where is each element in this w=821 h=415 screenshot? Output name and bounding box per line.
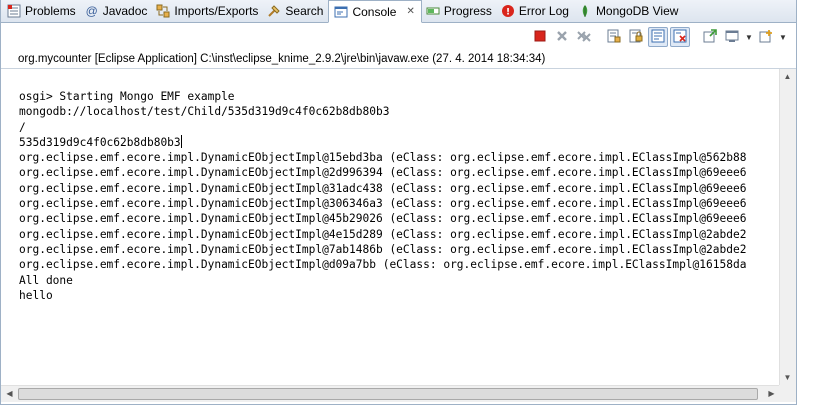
- scroll-right-arrow-icon[interactable]: ▶: [764, 386, 779, 401]
- progress-icon: [426, 4, 440, 18]
- console-line: org.eclipse.emf.ecore.impl.DynamicEObjec…: [19, 151, 747, 165]
- clear-console-button[interactable]: [604, 27, 624, 47]
- terminate-icon: [534, 30, 546, 45]
- scroll-left-arrow-icon[interactable]: ◀: [2, 386, 17, 401]
- tab-javadoc[interactable]: @ Javadoc: [81, 0, 153, 22]
- word-wrap-icon: [651, 29, 665, 46]
- terminate-button[interactable]: [530, 27, 550, 47]
- tab-progress[interactable]: Progress: [422, 0, 497, 22]
- process-description: org.mycounter [Eclipse Application] C:\i…: [1, 51, 796, 69]
- open-console-button[interactable]: [756, 27, 776, 47]
- scroll-down-arrow-icon[interactable]: ▼: [780, 370, 795, 385]
- tab-search[interactable]: Search: [263, 0, 328, 22]
- console-line: osgi> Starting Mongo EMF example: [19, 90, 235, 103]
- search-icon: [267, 4, 281, 18]
- console-line: org.eclipse.emf.ecore.impl.DynamicEObjec…: [19, 227, 747, 241]
- open-console-icon: [759, 29, 773, 46]
- text-caret: [180, 134, 182, 148]
- tab-console[interactable]: Console ✕: [328, 0, 422, 23]
- remove-all-terminated-button[interactable]: [574, 27, 594, 47]
- mongodb-leaf-icon: [578, 4, 592, 18]
- close-icon[interactable]: ✕: [406, 6, 414, 17]
- view-tab-bar: Problems @ Javadoc Imports/Exports Searc…: [1, 0, 796, 23]
- tab-label: Javadoc: [102, 4, 148, 18]
- chevron-down-icon[interactable]: ▼: [744, 27, 754, 47]
- tab-label: Progress: [443, 4, 492, 18]
- pin-console-button[interactable]: [700, 27, 720, 47]
- console-line: org.eclipse.emf.ecore.impl.DynamicEObjec…: [19, 242, 747, 256]
- chevron-down-icon[interactable]: ▼: [778, 27, 788, 47]
- pin-console-icon: [703, 28, 717, 46]
- console-view: Problems @ Javadoc Imports/Exports Searc…: [0, 0, 797, 405]
- console-line: All done: [19, 273, 73, 287]
- tab-imports-exports[interactable]: Imports/Exports: [152, 0, 263, 22]
- tab-problems[interactable]: Problems: [3, 0, 81, 22]
- scroll-up-arrow-icon[interactable]: ▲: [780, 69, 795, 84]
- console-line: hello: [19, 288, 53, 302]
- console-output[interactable]: osgi> Starting Mongo EMF example mongodb:…: [1, 69, 780, 385]
- problems-icon: [7, 4, 21, 18]
- error-log-icon: !: [501, 4, 515, 18]
- remove-launch-icon: [555, 29, 569, 46]
- show-console-on-error-button[interactable]: [670, 27, 690, 47]
- vertical-scrollbar[interactable]: ▲ ▼: [779, 69, 796, 385]
- horizontal-scroll-thumb[interactable]: [18, 388, 758, 400]
- remove-launch-button[interactable]: [552, 27, 572, 47]
- tab-label: MongoDB View: [595, 4, 679, 18]
- javadoc-icon: @: [85, 4, 98, 18]
- console-line: org.eclipse.emf.ecore.impl.DynamicEObjec…: [19, 258, 747, 272]
- word-wrap-button[interactable]: [648, 27, 668, 47]
- console-toolbar: ▼ ▼: [1, 23, 796, 51]
- scroll-lock-icon: [629, 29, 643, 46]
- scrollbar-corner: [779, 385, 796, 402]
- console-line: org.eclipse.emf.ecore.impl.DynamicEObjec…: [19, 166, 747, 180]
- console-text: osgi> Starting Mongo EMF example mongodb:…: [1, 69, 780, 303]
- console-icon: [334, 5, 348, 19]
- console-line: 535d319d9c4f0c62b8db80b3: [19, 134, 182, 149]
- console-line: org.eclipse.emf.ecore.impl.DynamicEObjec…: [19, 197, 747, 211]
- tab-mongodb-view[interactable]: MongoDB View: [574, 0, 684, 22]
- tab-label: Imports/Exports: [174, 4, 259, 18]
- console-line: mongodb://localhost/test/Child/535d319d9…: [19, 105, 390, 119]
- tab-label: Console: [352, 4, 397, 19]
- clear-console-icon: [607, 29, 621, 46]
- console-line: /: [19, 120, 26, 134]
- console-line: org.eclipse.emf.ecore.impl.DynamicEObjec…: [19, 181, 747, 195]
- tab-label: Error Log: [518, 4, 569, 18]
- display-selected-console-icon: [725, 29, 739, 46]
- horizontal-scrollbar[interactable]: ◀ ▶: [1, 385, 780, 402]
- svg-text:!: !: [506, 8, 510, 18]
- tab-label: Problems: [25, 4, 76, 18]
- scroll-lock-button[interactable]: [626, 27, 646, 47]
- remove-all-terminated-icon: [576, 29, 592, 46]
- display-selected-console-button[interactable]: [722, 27, 742, 47]
- tab-error-log[interactable]: ! Error Log: [497, 0, 574, 22]
- imports-exports-icon: [156, 4, 170, 18]
- tab-label: Search: [285, 4, 324, 18]
- show-console-on-error-icon: [673, 29, 687, 46]
- console-line: org.eclipse.emf.ecore.impl.DynamicEObjec…: [19, 212, 747, 226]
